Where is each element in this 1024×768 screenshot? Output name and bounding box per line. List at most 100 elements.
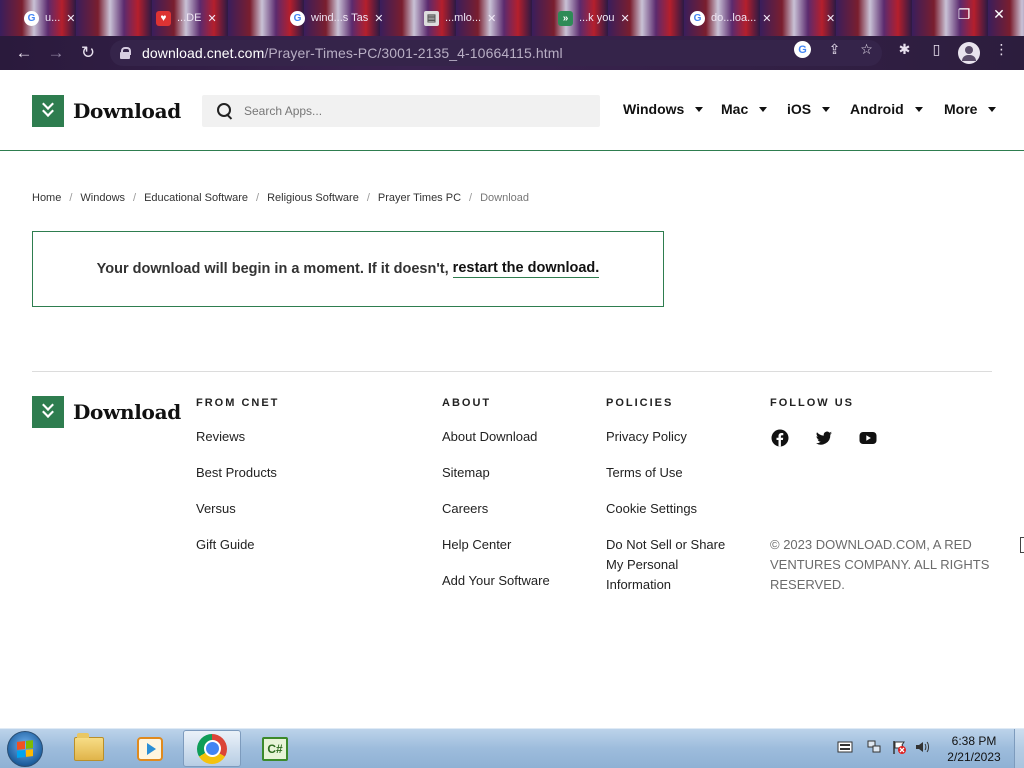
chrome-icon <box>197 733 227 764</box>
network-icon[interactable] <box>866 739 882 755</box>
browser-tab[interactable]: G do...loa... ✕ <box>684 6 777 30</box>
volume-icon[interactable] <box>914 739 930 755</box>
close-window-icon[interactable]: ✕ <box>988 3 1010 25</box>
keyboard-language-icon[interactable] <box>837 739 853 755</box>
footer-heading-follow-us: FOLLOW US <box>770 397 854 409</box>
profile-avatar[interactable] <box>958 42 980 64</box>
footer-link-help-center[interactable]: Help Center <box>442 535 511 555</box>
chevron-down-icon <box>914 106 923 112</box>
browser-tab[interactable]: ✕ <box>820 6 841 30</box>
share-icon[interactable]: ⇪ <box>826 41 843 58</box>
close-icon[interactable]: ✕ <box>374 12 383 25</box>
browser-tab[interactable]: G wind...s Tas ✕ <box>284 6 390 30</box>
search-icon[interactable] <box>217 102 234 120</box>
media-player-icon <box>137 736 163 761</box>
close-icon[interactable]: ✕ <box>826 12 835 25</box>
start-button[interactable] <box>7 731 43 767</box>
breadcrumb-windows[interactable]: Windows <box>80 192 125 204</box>
system-clock[interactable]: 6:38 PM 2/21/2023 <box>938 733 1010 765</box>
side-panel-icon[interactable]: ▯ <box>928 41 945 58</box>
breadcrumb: Home / Windows / Educational Software / Rel… <box>32 192 530 204</box>
breadcrumb-religious-software[interactable]: Religious Software <box>267 192 359 204</box>
menu-icon[interactable]: ⋮ <box>993 41 1010 58</box>
nav-more[interactable]: More <box>944 101 997 117</box>
url-text[interactable]: download.cnet.com/Prayer-Times-PC/3001-2… <box>142 45 563 61</box>
tab-title: ...DE <box>177 12 202 24</box>
footer-link-add-your-software[interactable]: Add Your Software <box>442 571 550 591</box>
tab-title: ...mlo... <box>445 12 482 24</box>
tab-title: u... <box>45 12 61 24</box>
folder-icon <box>74 732 104 761</box>
text-cursor-marker <box>1020 537 1024 553</box>
close-icon[interactable]: ✕ <box>762 12 771 25</box>
breadcrumb-educational-software[interactable]: Educational Software <box>144 192 248 204</box>
nav-label: More <box>944 101 978 117</box>
close-icon[interactable]: ✕ <box>66 12 75 25</box>
chevron-down-icon <box>988 106 997 112</box>
google-icon: G <box>24 10 39 26</box>
nav-ios[interactable]: iOS <box>787 101 831 117</box>
taskbar-chrome[interactable] <box>183 730 241 767</box>
close-icon[interactable]: ✕ <box>620 12 629 25</box>
windows-logo-icon <box>17 740 33 758</box>
breadcrumb-current: Download <box>480 192 530 204</box>
footer-logo[interactable]: Download <box>32 396 181 428</box>
address-bar[interactable]: download.cnet.com/Prayer-Times-PC/3001-2… <box>110 40 882 66</box>
back-icon[interactable]: ← <box>12 42 36 64</box>
google-lens-icon[interactable]: G <box>794 41 811 58</box>
bookmark-star-icon[interactable]: ☆ <box>858 41 875 58</box>
footer-link-sitemap[interactable]: Sitemap <box>442 463 490 483</box>
footer-link-cookie-settings[interactable]: Cookie Settings <box>606 499 697 519</box>
footer-heading-from-cnet: FROM CNET <box>196 397 280 409</box>
google-icon: G <box>290 10 305 26</box>
nav-label: Android <box>850 101 904 117</box>
close-icon[interactable]: ✕ <box>487 12 496 25</box>
nav-windows[interactable]: Windows <box>623 101 704 117</box>
browser-tab[interactable]: G u... ✕ <box>18 6 82 30</box>
site-logo[interactable]: Download <box>32 95 181 127</box>
lock-icon[interactable] <box>120 47 131 59</box>
nav-mac[interactable]: Mac <box>721 101 768 117</box>
browser-tab[interactable]: » ...k you ✕ <box>552 6 636 30</box>
extensions-icon[interactable]: ✱ <box>896 41 913 58</box>
action-center-flag-icon[interactable] <box>891 739 907 755</box>
taskbar-media-player[interactable] <box>121 730 179 767</box>
browser-tab-strip: G u... ✕ ♥ ...DE ✕ G wind...s Tas ✕ ▤ ..… <box>0 0 1024 36</box>
youtube-icon[interactable] <box>859 429 877 447</box>
footer-link-reviews[interactable]: Reviews <box>196 427 245 447</box>
notice-text: Your download will begin in a moment. If… <box>96 261 449 277</box>
footer-link-gift-guide[interactable]: Gift Guide <box>196 535 255 555</box>
chevron-down-icon <box>695 106 704 112</box>
search-input[interactable] <box>244 104 584 118</box>
reload-icon[interactable]: ↻ <box>76 42 100 64</box>
browser-tab[interactable]: ♥ ...DE ✕ <box>150 6 223 30</box>
restart-download-link[interactable]: restart the download. <box>452 260 600 278</box>
download-notice: Your download will begin in a moment. If… <box>32 231 664 307</box>
forward-icon[interactable]: → <box>44 42 68 64</box>
taskbar-file-explorer[interactable] <box>60 730 118 767</box>
footer-link-privacy-policy[interactable]: Privacy Policy <box>606 427 687 447</box>
tab-title: do...loa... <box>711 12 757 24</box>
breadcrumb-home[interactable]: Home <box>32 192 61 204</box>
close-icon[interactable]: ✕ <box>207 12 216 25</box>
taskbar-visual-studio[interactable]: C# <box>246 730 304 767</box>
footer-link-best-products[interactable]: Best Products <box>196 463 277 483</box>
twitter-icon[interactable] <box>815 429 833 447</box>
footer-link-terms-of-use[interactable]: Terms of Use <box>606 463 683 483</box>
browser-tab[interactable]: ▤ ...mlo... ✕ <box>418 6 502 30</box>
footer-link-careers[interactable]: Careers <box>442 499 488 519</box>
search-bar[interactable] <box>202 95 600 127</box>
clock-date: 2/21/2023 <box>947 750 1001 764</box>
nav-label: Windows <box>623 101 685 117</box>
breadcrumb-prayer-times-pc[interactable]: Prayer Times PC <box>378 192 461 204</box>
show-desktop-button[interactable] <box>1014 729 1024 768</box>
footer-link-about-download[interactable]: About Download <box>442 427 537 447</box>
facebook-icon[interactable] <box>771 429 789 447</box>
footer-link-do-not-sell[interactable]: Do Not Sell or Share My Personal Informa… <box>606 535 746 595</box>
logo-text: Download <box>73 400 181 424</box>
google-icon: G <box>690 10 705 26</box>
tab-title: wind...s Tas <box>311 12 369 24</box>
footer-link-versus[interactable]: Versus <box>196 499 236 519</box>
restore-window-icon[interactable]: ❐ <box>953 3 975 25</box>
nav-android[interactable]: Android <box>850 101 923 117</box>
